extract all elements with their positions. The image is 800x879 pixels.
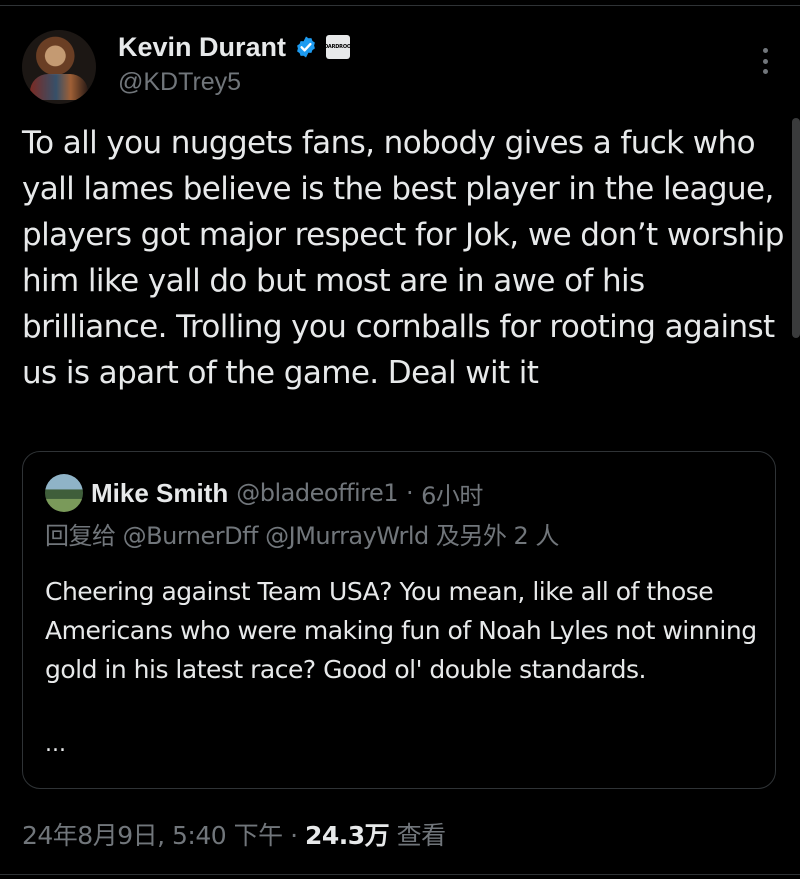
tweet-header: Kevin Durant BOARDROOM @KDTrey5: [22, 30, 778, 110]
author-name-row: Kevin Durant BOARDROOM: [118, 30, 356, 64]
reply-prefix: 回复给: [45, 522, 116, 550]
verified-badge-icon[interactable]: [294, 35, 318, 59]
quoted-author-avatar[interactable]: [45, 474, 83, 512]
more-dot: [762, 69, 768, 74]
quoted-author-name[interactable]: Mike Smith: [91, 478, 228, 509]
quoted-tweet-text: Cheering against Team USA? You mean, lik…: [45, 577, 757, 684]
bottom-divider: [0, 874, 800, 875]
meta-separator: ·: [405, 479, 414, 507]
reply-mention[interactable]: @JMurrayWrld: [265, 522, 429, 550]
more-options-icon[interactable]: [760, 48, 770, 74]
quoted-tweet-card[interactable]: Mike Smith @bladeoffire1 · 6小时 回复给 @Burn…: [22, 451, 776, 789]
tweet-text: To all you nuggets fans, nobody gives a …: [22, 125, 784, 391]
more-dot: [762, 58, 768, 64]
author-handle[interactable]: @KDTrey5: [118, 68, 241, 97]
quoted-tweet-time[interactable]: 6小时: [421, 476, 483, 511]
author-display-name[interactable]: Kevin Durant: [118, 32, 286, 63]
quoted-tweet-header: Mike Smith @bladeoffire1 · 6小时: [45, 474, 483, 512]
top-divider: [0, 5, 800, 6]
views-count[interactable]: 24.3万: [305, 821, 390, 850]
reply-suffix[interactable]: 及另外 2 人: [436, 522, 560, 550]
more-dot: [762, 48, 768, 53]
affiliate-badge-icon[interactable]: BOARDROOM: [320, 35, 356, 59]
reply-context: 回复给 @BurnerDff @JMurrayWrld 及另外 2 人: [45, 516, 559, 551]
quoted-author-handle[interactable]: @bladeoffire1: [236, 479, 398, 507]
tweet-timestamp[interactable]: 24年8月9日, 5:40 下午: [22, 821, 283, 850]
scrollbar[interactable]: [792, 118, 800, 338]
tweet-footer: 24年8月9日, 5:40 下午 · 24.3万 查看: [22, 816, 446, 852]
footer-separator: ·: [290, 821, 298, 850]
reply-mention[interactable]: @BurnerDff: [123, 522, 259, 550]
views-label[interactable]: 查看: [397, 821, 447, 850]
quoted-tweet-ellipsis: ...: [45, 732, 66, 757]
author-avatar[interactable]: [22, 30, 96, 104]
